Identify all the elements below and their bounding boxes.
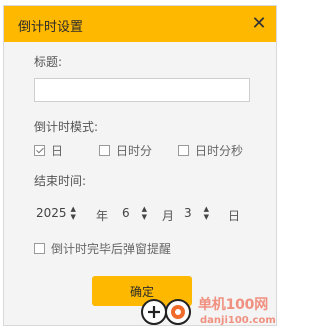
mode-option-day-hour-minute-label: 日时分: [116, 143, 153, 158]
day-unit: 日: [228, 209, 241, 223]
title-input[interactable]: [34, 78, 250, 102]
year-value: 2025: [36, 206, 67, 220]
dialog-titlebar: 倒计时设置 ✕: [4, 6, 276, 42]
checkbox-icon: [99, 144, 110, 156]
chevron-down-icon[interactable]: ▼: [71, 213, 76, 221]
watermark-logo-icon: [141, 299, 191, 325]
year-unit: 年: [96, 209, 109, 223]
year-stepper-arrows[interactable]: ▲ ▼: [71, 205, 76, 221]
chevron-up-icon[interactable]: ▲: [142, 205, 147, 213]
countdown-settings-dialog: 倒计时设置 ✕ 标题: 倒计时模式: 日 日时分 日时分秒 结束时间: 2025…: [3, 5, 277, 326]
month-stepper[interactable]: 6 ▲ ▼: [122, 202, 147, 224]
mode-label: 倒计时模式:: [34, 120, 99, 134]
title-label: 标题:: [34, 55, 63, 69]
site-watermark: 单机100网 danji100.com: [140, 294, 284, 331]
day-value: 3: [184, 206, 192, 220]
month-value: 6: [122, 206, 130, 220]
chevron-up-icon[interactable]: ▲: [204, 205, 209, 213]
checkbox-checked-icon: [34, 144, 45, 156]
end-time-label: 结束时间:: [34, 174, 87, 188]
dialog-title: 倒计时设置: [18, 20, 84, 35]
month-unit: 月: [162, 209, 175, 223]
month-stepper-arrows[interactable]: ▲ ▼: [142, 205, 147, 221]
checkbox-icon: [178, 144, 189, 156]
year-stepper[interactable]: 2025 ▲ ▼: [36, 202, 76, 224]
mode-option-day-hour-minute[interactable]: 日时分: [99, 142, 152, 158]
close-icon[interactable]: ✕: [250, 15, 268, 33]
chevron-up-icon[interactable]: ▲: [71, 205, 76, 213]
day-stepper-arrows[interactable]: ▲ ▼: [204, 205, 209, 221]
checkbox-icon: [34, 242, 45, 254]
popup-reminder-option[interactable]: 倒计时完毕后弹窗提醒: [34, 240, 171, 256]
watermark-text: 单机100网: [198, 297, 269, 313]
mode-option-day-hour-minute-second[interactable]: 日时分秒: [178, 142, 243, 158]
mode-option-day-hour-minute-second-label: 日时分秒: [195, 143, 244, 158]
day-stepper[interactable]: 3 ▲ ▼: [184, 202, 209, 224]
mode-option-day-label: 日: [51, 143, 64, 158]
chevron-down-icon[interactable]: ▼: [204, 213, 209, 221]
chevron-down-icon[interactable]: ▼: [142, 213, 147, 221]
mode-option-day[interactable]: 日: [34, 142, 63, 158]
watermark-url: danji100.com: [200, 315, 276, 326]
popup-reminder-label: 倒计时完毕后弹窗提醒: [51, 241, 172, 256]
